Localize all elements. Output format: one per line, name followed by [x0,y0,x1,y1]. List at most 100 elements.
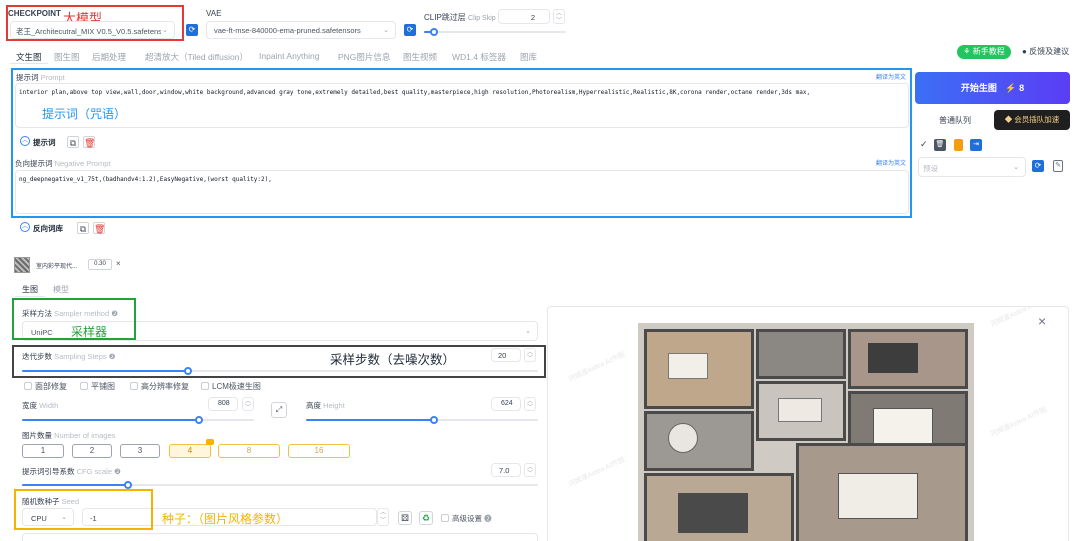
tab-extras[interactable]: 后期处理 [92,51,126,63]
width-slider[interactable] [22,416,254,424]
tab-img2video[interactable]: 图生视频 [403,51,437,63]
width-value: 808 [218,400,230,407]
active-tab-underline [10,63,48,64]
subtab-generate[interactable]: 生图 [22,284,38,295]
chat-icon: ● [1022,47,1027,56]
height-input[interactable]: 624 [491,397,521,411]
seed-annotation-box [14,489,153,530]
diamond-icon: ◆ [1004,115,1013,124]
hires-fix-checkbox[interactable] [130,382,138,390]
batch-label: 图片数量 Number of images [22,430,115,441]
cfg-label-text: 提示词引导系数 [22,467,75,476]
negative-toolbar-label[interactable]: 反向词库 [33,223,63,234]
tab-inpaint-anything[interactable]: Inpaint Anything [259,51,320,61]
height-slider-fill [306,419,434,421]
height-slider[interactable] [306,416,538,424]
trash-icon[interactable]: 🗑 [934,139,946,151]
subtab-model[interactable]: 模型 [53,284,69,295]
lora-chip[interactable]: 室内彩平现代... 0.30 × [14,257,126,273]
recycle-icon[interactable]: ♻ [419,511,433,525]
width-input[interactable]: 808 [208,397,238,411]
face-restore-checkbox[interactable] [24,382,32,390]
next-panel-edge [22,533,538,541]
batch-option-1[interactable]: 1 [22,444,64,458]
refresh-styles-icon[interactable]: ⟳ [1032,160,1044,172]
close-preview-icon[interactable]: × [1038,313,1046,329]
lora-remove-icon[interactable]: × [116,259,121,268]
dice-icon[interactable]: ⚄ [398,511,412,525]
height-slider-knob[interactable] [430,416,438,424]
trash-icon[interactable]: 🗑 [83,136,95,148]
collapse-icon[interactable]: ︿ [20,222,30,232]
cfg-input[interactable]: 7.0 [491,463,521,477]
batch-option-16[interactable]: 16 [288,444,350,458]
style-preset-select[interactable]: 预设 ⌄ [918,157,1026,177]
floor-plan-furniture [868,343,918,373]
tab-img2img[interactable]: 图生图 [54,51,80,63]
floor-plan-furniture [873,408,933,444]
cfg-slider-knob[interactable] [124,481,132,489]
tab-txt2img[interactable]: 文生图 [16,51,42,63]
negative-translate-link[interactable]: 翻译为英文 [876,158,906,167]
swap-dimensions-button[interactable]: ⤢ [271,402,287,418]
batch-option-3[interactable]: 3 [120,444,160,458]
width-stepper[interactable]: ︿ ﹀ [242,397,254,411]
collapse-icon[interactable]: ︿ [20,136,30,146]
tab-wd14-tagger[interactable]: WD1.4 标签器 [452,51,506,63]
cfg-value: 7.0 [499,466,510,475]
height-label: 高度 Height [306,400,345,411]
lora-weight[interactable]: 0.30 [88,259,112,270]
edit-styles-icon[interactable]: ✎ [1053,160,1063,172]
feedback-label: 反馈及建议 [1029,47,1070,56]
prompt-toolbar-label[interactable]: 提示词 [33,137,56,148]
lora-name: 室内彩平现代... [36,264,78,270]
lcm-label: LCM极速生图 [212,382,261,391]
queue-member-button[interactable]: ◆ 会员插队加速 [994,110,1070,130]
style-preset-placeholder: 预设 [923,164,938,173]
batch-option-2[interactable]: 2 [72,444,112,458]
copy-icon[interactable]: ⧉ [77,222,89,234]
seed-stepper[interactable]: ︿ ﹀ [377,508,389,526]
lora-thumbnail [14,257,30,273]
watermark-text: 河姆渡Aidea AI作图 [989,406,1048,439]
queue-normal-button[interactable]: 普通队列 [930,114,980,128]
tab-png-info[interactable]: PNG图片信息 [338,51,390,63]
generate-button[interactable]: 开始生图 ⚡ 8 [915,72,1070,104]
advanced-settings-checkbox[interactable] [441,514,449,522]
copy-icon[interactable]: ⧉ [67,136,79,148]
negative-textarea[interactable]: ng_deepnegative_v1_75t,(badhandv4:1.2),E… [15,170,909,214]
height-stepper[interactable]: ︿ ﹀ [524,397,536,411]
prompt-translate-link[interactable]: 翻译为英文 [876,72,906,81]
tiling-label: 平铺图 [91,382,115,391]
generate-label: 开始生图 [960,83,997,93]
feedback-button[interactable]: ● 反馈及建议 [1022,46,1069,57]
batch-option-4[interactable]: 4 [169,444,211,458]
lcm-checkbox[interactable] [201,382,209,390]
tutorial-label: 新手教程 [972,47,1005,56]
cfg-stepper[interactable]: ︿ ﹀ [524,463,536,477]
floor-plan-image [638,323,974,541]
negative-toolbar: ︿ 反向词库 ⧉ 🗑 [20,222,110,236]
tutorial-button[interactable]: ⚘ 新手教程 [957,45,1011,59]
cfg-slider[interactable] [22,481,538,489]
tiling-checkbox[interactable] [80,382,88,390]
width-slider-knob[interactable] [195,416,203,424]
seed-annotation: 种子：（图片风格参数） [162,512,289,526]
batch-option-8[interactable]: 8 [218,444,280,458]
clipboard-icon[interactable] [954,139,963,151]
width-sublabel: Width [39,401,59,410]
width-label-text: 宽度 [22,401,37,410]
chevron-down-icon: ⌄ [1013,164,1019,171]
queue-member-label: 会员插队加速 [1014,115,1060,124]
cfg-sublabel: CFG scale [76,467,113,476]
floor-plan-furniture [668,353,708,379]
height-value: 624 [501,400,513,407]
prompt-label-text: 提示词 [16,73,39,82]
tab-gallery[interactable]: 图库 [520,51,537,63]
trash-icon[interactable]: 🗑 [93,222,105,234]
save-icon[interactable]: ⇥ [970,139,982,151]
prompt-textarea[interactable]: interior plan,above top view,wall,door,w… [15,83,909,128]
tab-tiled-diffusion[interactable]: 超清放大（Tiled diffusion） [145,51,248,63]
floor-plan-room [644,411,754,471]
check-icon[interactable]: ✓ [920,139,928,150]
